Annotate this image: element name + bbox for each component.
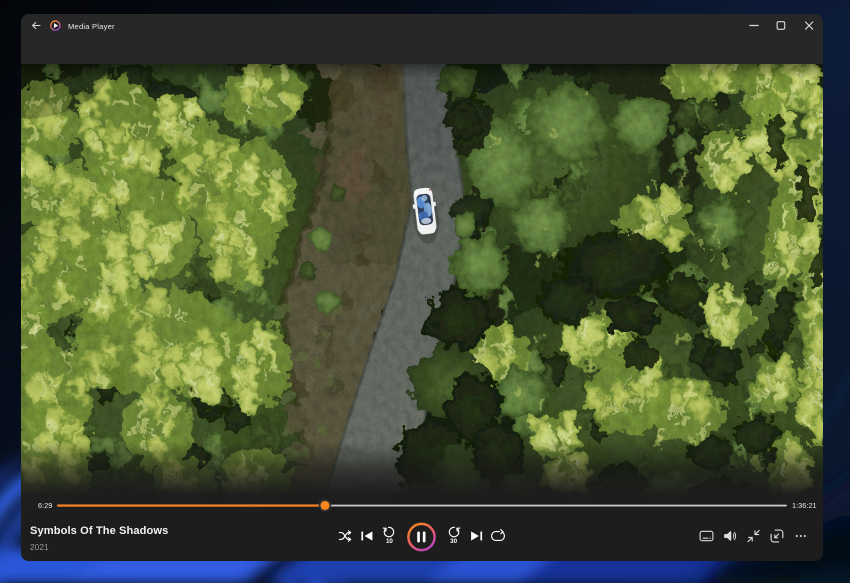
svg-text:30: 30 bbox=[450, 538, 457, 545]
svg-text:10: 10 bbox=[386, 538, 393, 545]
